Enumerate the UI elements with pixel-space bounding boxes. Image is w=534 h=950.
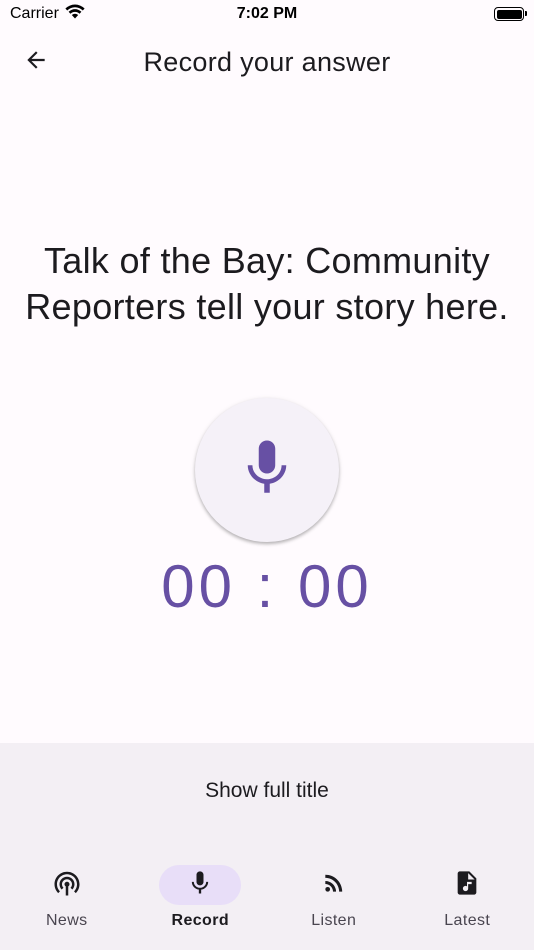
record-answer-screen: Carrier 7:02 PM Record your answer Talk … — [0, 0, 534, 950]
back-button[interactable] — [8, 34, 64, 90]
nav-label-record: Record — [171, 912, 230, 929]
audio-file-icon — [453, 869, 481, 902]
podcast-icon — [52, 868, 82, 903]
app-bar: Record your answer — [0, 28, 534, 96]
status-bar: Carrier 7:02 PM — [0, 0, 534, 28]
arrow-back-icon — [23, 47, 49, 78]
nav-indicator — [26, 865, 108, 905]
nav-indicator — [426, 865, 508, 905]
page-title: Record your answer — [143, 46, 391, 77]
wifi-icon — [65, 4, 85, 24]
microphone-icon — [186, 869, 214, 902]
record-button[interactable] — [195, 398, 339, 542]
nav-item-news[interactable]: News — [0, 863, 134, 950]
nav-label-news: News — [45, 912, 88, 929]
nav-item-latest[interactable]: Latest — [401, 863, 534, 950]
recording-timer: 00 : 00 — [161, 553, 373, 620]
rss-feed-icon — [321, 870, 347, 901]
nav-item-listen[interactable]: Listen — [267, 863, 401, 950]
bottom-navigation: News Record Listen Latest — [0, 863, 534, 950]
nav-label-latest: Latest — [444, 912, 491, 929]
carrier-label: Carrier — [10, 5, 59, 22]
nav-label-listen: Listen — [311, 912, 357, 929]
bottom-panel: Show full title News Record Listen Lates… — [0, 743, 534, 950]
battery-icon — [494, 7, 527, 21]
microphone-icon — [234, 435, 300, 506]
show-full-title-button[interactable]: Show full title — [0, 779, 534, 803]
nav-indicator — [293, 865, 375, 905]
nav-indicator-active — [159, 865, 242, 905]
status-left: Carrier — [10, 4, 85, 24]
question-prompt: Talk of the Bay: Community Reporters tel… — [25, 240, 509, 327]
nav-item-record[interactable]: Record — [134, 863, 268, 950]
